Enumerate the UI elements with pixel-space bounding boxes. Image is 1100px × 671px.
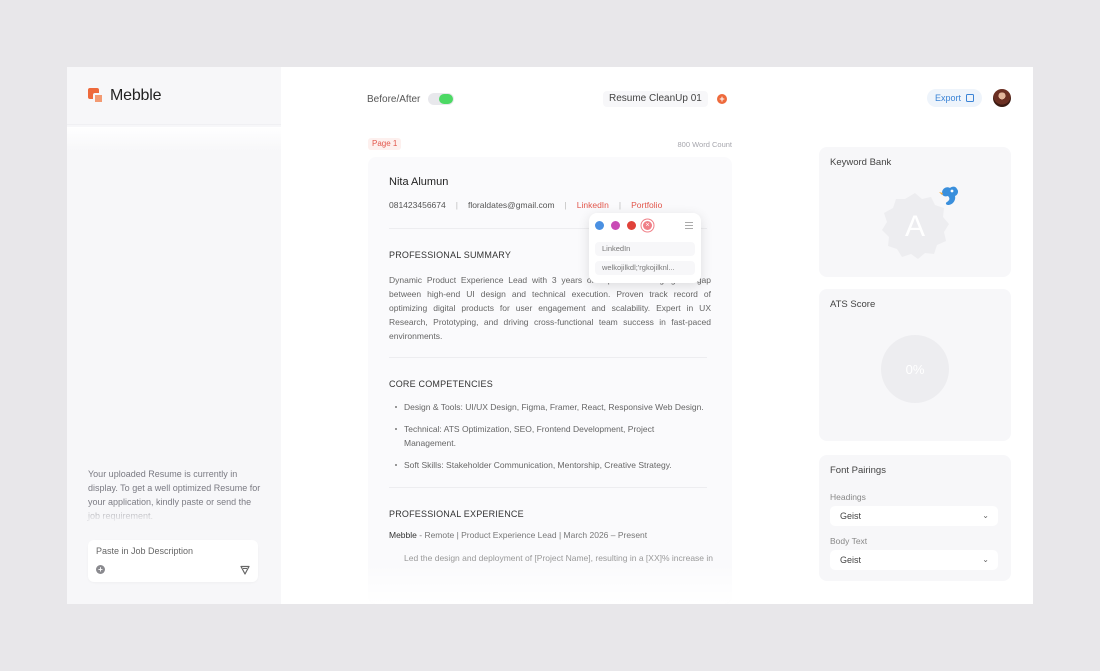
settings-menu-icon[interactable] (685, 222, 693, 229)
link-url-field[interactable]: welkojilkdl;'rgkojilknl... (595, 261, 695, 275)
resume-phone[interactable]: 081423456674 (389, 200, 446, 210)
ats-score-value: 0% (905, 361, 925, 377)
export-button[interactable]: Export (927, 89, 983, 107)
plus-icon[interactable]: + (96, 565, 105, 574)
export-icon (966, 94, 975, 102)
ats-score-panel: ATS Score 0% (819, 289, 1011, 441)
logo-icon (88, 88, 104, 104)
competencies-list: Design & Tools: UI/UX Design, Figma, Fra… (395, 400, 705, 480)
list-item[interactable]: Design & Tools: UI/UX Design, Figma, Fra… (395, 400, 705, 414)
experience-bullet[interactable]: Led the design and deployment of [Projec… (395, 553, 713, 563)
before-after-control: Before/After (367, 93, 455, 105)
experience-company: Mebble (389, 530, 417, 540)
add-document-icon[interactable]: + (717, 94, 727, 104)
close-icon: × (645, 222, 650, 229)
send-icon[interactable] (240, 565, 250, 575)
experience-entry[interactable]: Mebble - Remote | Product Experience Lea… (389, 530, 647, 540)
resume-email[interactable]: floraldates@gmail.com (468, 200, 555, 210)
font-pairings-title: Font Pairings (830, 465, 886, 476)
resume-contact: 081423456674 | floraldates@gmail.com | L… (389, 200, 662, 210)
job-description-input[interactable]: Paste in Job Description + (88, 540, 258, 582)
logo[interactable]: Mebble (88, 87, 161, 105)
chevron-down-icon: ⌄ (982, 511, 989, 520)
link-label-field[interactable]: LinkedIn (595, 242, 695, 256)
page-label: Page 1 (368, 138, 402, 150)
portfolio-link[interactable]: Portfolio (631, 200, 662, 210)
sidebar: Mebble Your uploaded Resume is currently… (67, 67, 281, 604)
section-divider (389, 487, 707, 488)
link-popover: × LinkedIn welkojilkdl;'rgkojilknl... (589, 213, 701, 283)
job-description-placeholder: Paste in Job Description (96, 546, 194, 556)
color-swatch-red[interactable] (627, 221, 636, 230)
sidebar-header: Mebble (67, 67, 281, 125)
experience-detail: - Remote | Product Experience Lead | Mar… (416, 530, 648, 540)
headings-label: Headings (830, 492, 866, 502)
color-swatch-pink[interactable]: × (643, 221, 652, 230)
bird-icon (939, 186, 959, 205)
summary-text[interactable]: Dynamic Product Experience Lead with 3 y… (389, 273, 711, 343)
resume-name[interactable]: Nita Alumun (389, 176, 448, 188)
body-font-value: Geist (840, 555, 862, 565)
linkedin-link[interactable]: LinkedIn (577, 200, 609, 210)
app-window: Mebble Your uploaded Resume is currently… (67, 67, 1033, 604)
body-text-label: Body Text (830, 536, 868, 546)
headings-font-value: Geist (840, 511, 862, 521)
color-swatch-blue[interactable] (595, 221, 604, 230)
competencies-heading: CORE COMPETENCIES (389, 379, 493, 389)
badge-letter: A (905, 210, 925, 243)
body-font-select[interactable]: Geist ⌄ (830, 550, 998, 570)
keyword-bank-title: Keyword Bank (830, 157, 892, 168)
experience-heading: PROFESSIONAL EXPERIENCE (389, 509, 524, 519)
section-divider (389, 357, 707, 358)
separator: | (455, 200, 458, 210)
list-item[interactable]: Technical: ATS Optimization, SEO, Fronte… (395, 422, 705, 450)
color-swatch-magenta[interactable] (611, 221, 620, 230)
summary-heading: PROFESSIONAL SUMMARY (389, 250, 512, 260)
before-after-label: Before/After (367, 93, 421, 105)
separator: | (618, 200, 622, 210)
ats-score-title: ATS Score (830, 299, 876, 310)
separator: | (564, 200, 567, 210)
logo-text: Mebble (110, 87, 162, 104)
font-pairings-panel: Font Pairings Headings Geist ⌄ Body Text… (819, 455, 1011, 581)
ats-score-ring: 0% (881, 335, 949, 403)
avatar[interactable] (993, 89, 1011, 107)
sidebar-divider (67, 127, 281, 151)
word-count: 800 Word Count (677, 140, 732, 149)
document-title[interactable]: Resume CleanUp 01 (603, 91, 708, 107)
list-item[interactable]: Soft Skills: Stakeholder Communication, … (395, 458, 705, 472)
headings-font-select[interactable]: Geist ⌄ (830, 506, 998, 526)
upload-note: Your uploaded Resume is currently in dis… (88, 467, 264, 523)
keyword-bank-panel: Keyword Bank A (819, 147, 1011, 277)
before-after-toggle[interactable] (428, 93, 455, 105)
export-label: Export (935, 93, 962, 103)
chevron-down-icon: ⌄ (982, 555, 989, 564)
